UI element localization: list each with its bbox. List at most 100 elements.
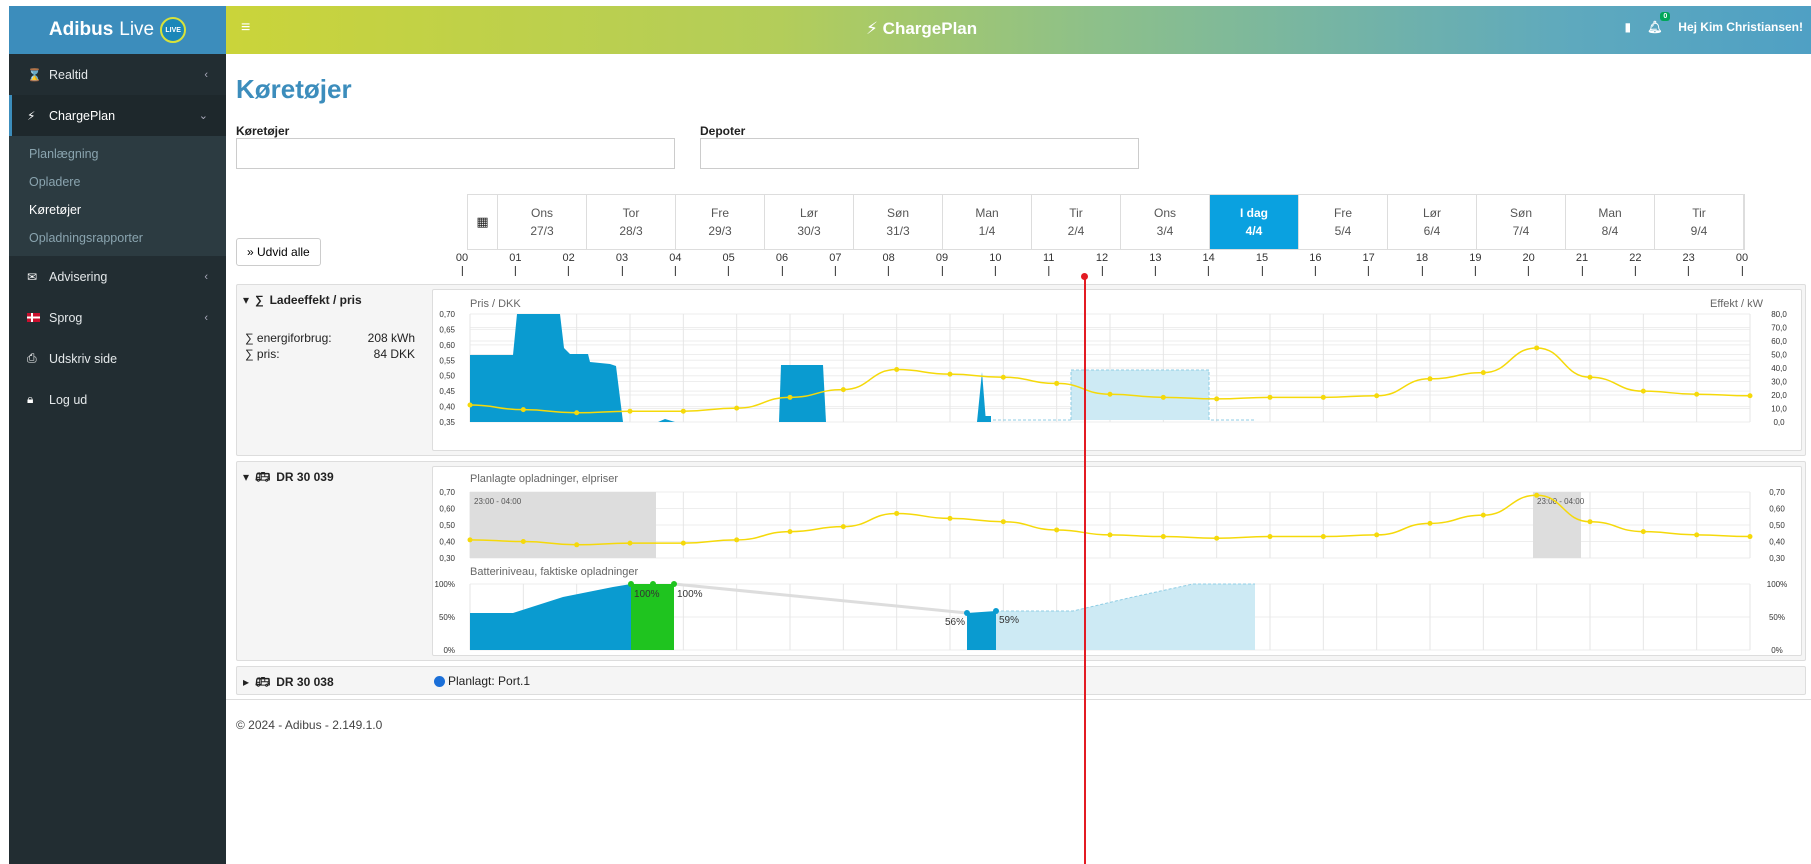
price-point[interactable] (1427, 376, 1433, 382)
price-point[interactable] (1320, 394, 1326, 400)
day-tab[interactable]: Man 8/4 (1566, 195, 1655, 249)
day-tab[interactable]: Tir 9/4 (1655, 195, 1744, 249)
price-point[interactable] (1640, 529, 1646, 535)
sidebar-item-logud[interactable]: 🔒︎ Log ud (9, 379, 226, 420)
price-point[interactable] (1160, 534, 1166, 540)
price-point[interactable] (1000, 374, 1006, 380)
price-point[interactable] (1747, 393, 1753, 399)
vehicle-title[interactable]: ▸ 🚌︎ DR 30 038 (243, 675, 334, 689)
hour-label: 08 (882, 252, 895, 264)
bell-icon[interactable]: 🔔︎ 0 (1647, 12, 1671, 34)
day-tab[interactable]: Fre 5/4 (1299, 195, 1388, 249)
price-point[interactable] (1320, 534, 1326, 540)
expand-all-button[interactable]: » Udvid alle (236, 238, 321, 266)
price-point[interactable] (520, 407, 526, 413)
price-point[interactable] (1694, 532, 1700, 538)
price-point[interactable] (894, 367, 900, 373)
sidebar-item-sprog[interactable]: Sprog ‹ (9, 297, 226, 338)
price-point[interactable] (734, 537, 740, 543)
price-point[interactable] (947, 371, 953, 377)
price-point[interactable] (1480, 370, 1486, 376)
sidebar-item-label: Sprog (49, 310, 83, 325)
submenu-opladningsrapporter[interactable]: Opladningsrapporter (9, 224, 226, 252)
day-name: Søn (1509, 206, 1532, 220)
submenu-koeretoejer[interactable]: Køretøjer (9, 196, 226, 224)
day-tab[interactable]: Lør 30/3 (765, 195, 854, 249)
tick-label: 0,50 (1769, 521, 1785, 530)
price-point[interactable] (840, 387, 846, 393)
submenu-planlaegning[interactable]: Planlægning (9, 140, 226, 168)
price-point[interactable] (1054, 380, 1060, 386)
price-point[interactable] (627, 540, 633, 546)
day-tab[interactable]: Ons 27/3 (498, 195, 587, 249)
hour-tick: 08 (883, 252, 895, 276)
depots-label: Depoter (700, 124, 746, 138)
price-point[interactable] (1694, 391, 1700, 397)
price-point[interactable] (1534, 345, 1540, 351)
summary-title[interactable]: ▾ ∑ Ladeeffekt / pris (243, 293, 362, 307)
tick-label: 80,0 (1771, 310, 1787, 319)
day-tab[interactable]: Tir 2/4 (1032, 195, 1121, 249)
price-point[interactable] (787, 394, 793, 400)
price-point[interactable] (467, 402, 473, 408)
price-point[interactable] (574, 410, 580, 416)
price-point[interactable] (1480, 512, 1486, 518)
day-tab[interactable]: Lør 6/4 (1388, 195, 1477, 249)
submenu-opladere[interactable]: Opladere (9, 168, 226, 196)
price-point[interactable] (1374, 393, 1380, 399)
price-point[interactable] (1587, 519, 1593, 525)
price-point[interactable] (1534, 492, 1540, 498)
price-point[interactable] (1054, 527, 1060, 533)
book-icon[interactable]: ▮ (1624, 20, 1631, 34)
price-point[interactable] (1000, 519, 1006, 525)
day-tab[interactable]: Søn 7/4 (1477, 195, 1566, 249)
price-point[interactable] (1374, 532, 1380, 538)
price-point[interactable] (1107, 532, 1113, 538)
price-point[interactable] (894, 510, 900, 516)
day-tab[interactable]: I dag 4/4 (1210, 195, 1299, 249)
price-point[interactable] (1587, 374, 1593, 380)
hour-tick: 13 (1149, 252, 1161, 276)
price-point[interactable] (467, 537, 473, 543)
hour-tick: 16 (1309, 252, 1321, 276)
price-point[interactable] (680, 408, 686, 414)
price-point[interactable] (574, 542, 580, 548)
day-tab[interactable]: Ons 3/4 (1121, 195, 1210, 249)
depots-select[interactable] (700, 138, 1139, 169)
price-point[interactable] (680, 540, 686, 546)
price-point[interactable] (840, 524, 846, 530)
sidebar-item-realtid[interactable]: ⌛ Realtid ‹ (9, 54, 226, 95)
day-tab[interactable]: Søn 31/3 (854, 195, 943, 249)
price-point[interactable] (1640, 388, 1646, 394)
day-tab[interactable]: Fre 29/3 (676, 195, 765, 249)
price-point[interactable] (734, 405, 740, 411)
price-point[interactable] (1267, 534, 1273, 540)
sidebar-item-chargeplan[interactable]: ⚡ ChargePlan ⌄ (9, 95, 226, 136)
price-point[interactable] (520, 539, 526, 544)
price-point[interactable] (1427, 520, 1433, 526)
price-point[interactable] (1747, 534, 1753, 540)
price-point[interactable] (1214, 535, 1220, 541)
price-point[interactable] (627, 408, 633, 414)
app-title: ⚡ ChargePlan (866, 19, 977, 39)
price-point[interactable] (1267, 394, 1273, 400)
day-tab[interactable]: Tor 28/3 (587, 195, 676, 249)
price-point[interactable] (1107, 391, 1113, 397)
hamburger-icon[interactable]: ≡ (241, 19, 250, 37)
price-point[interactable] (787, 529, 793, 535)
hour-tick: 00 (1736, 252, 1748, 276)
calendar-icon[interactable]: ▦ (468, 195, 498, 249)
hour-label: 17 (1362, 252, 1375, 264)
day-tab[interactable]: Man 1/4 (943, 195, 1032, 249)
user-greeting[interactable]: Hej Kim Christiansen! (1678, 20, 1803, 34)
price-point[interactable] (947, 515, 953, 521)
tick-label: 0,50 (439, 521, 455, 530)
battery-point (964, 610, 970, 616)
sidebar-item-advisering[interactable]: ✉ Advisering ‹ (9, 256, 226, 297)
price-point[interactable] (1214, 396, 1220, 402)
price-point[interactable] (1160, 394, 1166, 400)
brand-logo[interactable]: Adibus Live LIVE (9, 6, 226, 54)
vehicles-select[interactable] (236, 138, 675, 169)
sidebar-item-udskriv[interactable]: ⎙ Udskriv side (9, 338, 226, 379)
vehicle-title[interactable]: ▾ 🚌︎ DR 30 039 (243, 470, 334, 484)
